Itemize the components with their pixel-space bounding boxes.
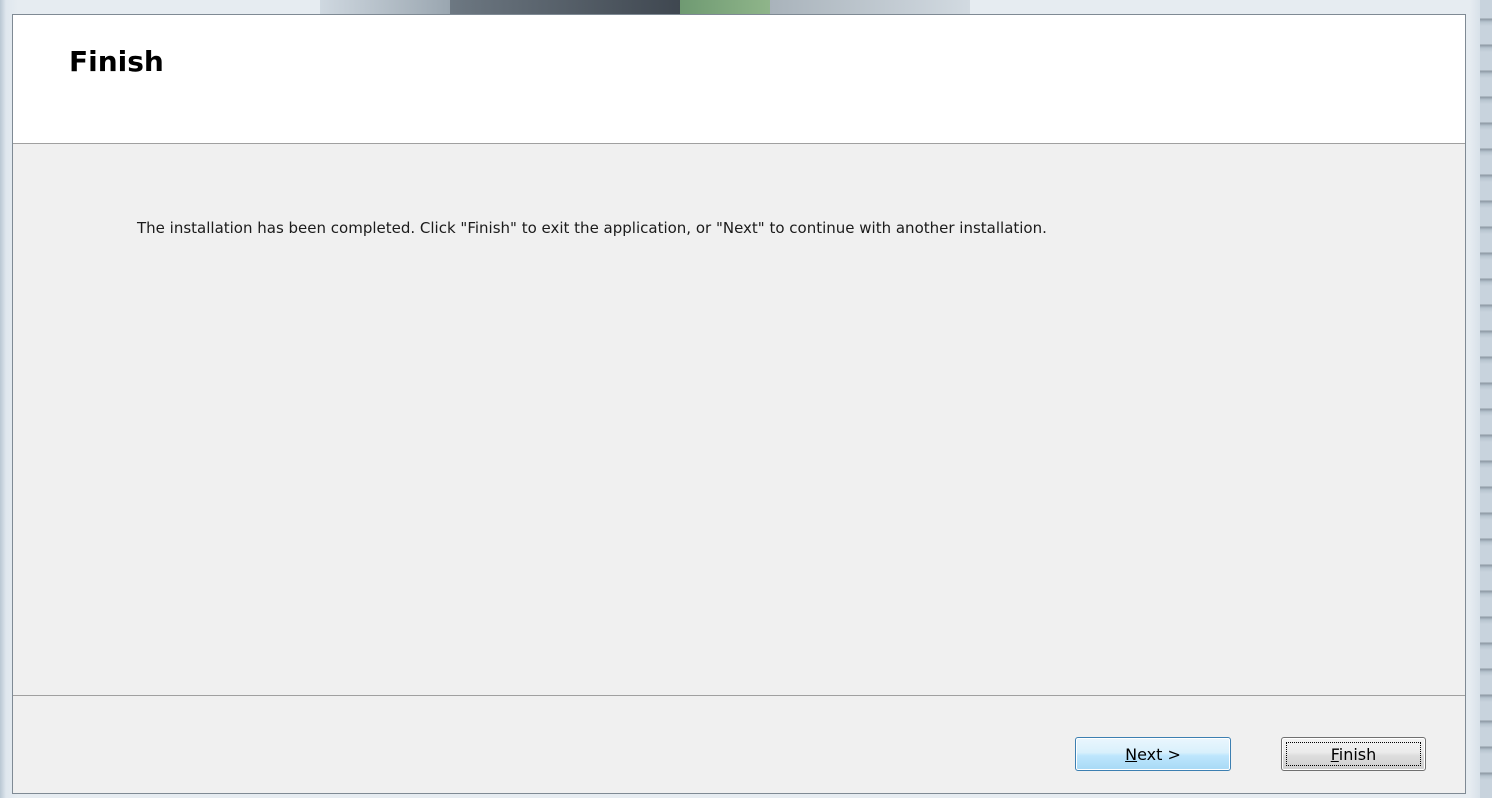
next-button[interactable]: Next > [1075,737,1231,771]
next-button-label: Next > [1125,745,1181,764]
dialog-content: The installation has been completed. Cli… [13,144,1465,693]
finish-label-rest: inish [1338,744,1377,764]
desktop-fragment [320,0,450,14]
desktop-fragment [680,0,770,14]
page-title: Finish [69,45,164,78]
dialog-header: Finish [13,15,1465,144]
finish-button[interactable]: Finish [1281,737,1426,771]
dialog-footer: Next > Finish [13,695,1465,793]
next-label-rest: ext > [1137,744,1181,764]
desktop-edge [1480,0,1492,798]
finish-button-label: Finish [1331,745,1377,764]
next-mnemonic: N [1125,744,1138,764]
desktop-fragment [450,0,680,14]
completion-message: The installation has been completed. Cli… [137,219,1047,237]
installer-dialog: Finish The installation has been complet… [12,14,1466,794]
finish-mnemonic: F [1330,744,1339,764]
desktop-fragment [770,0,970,14]
